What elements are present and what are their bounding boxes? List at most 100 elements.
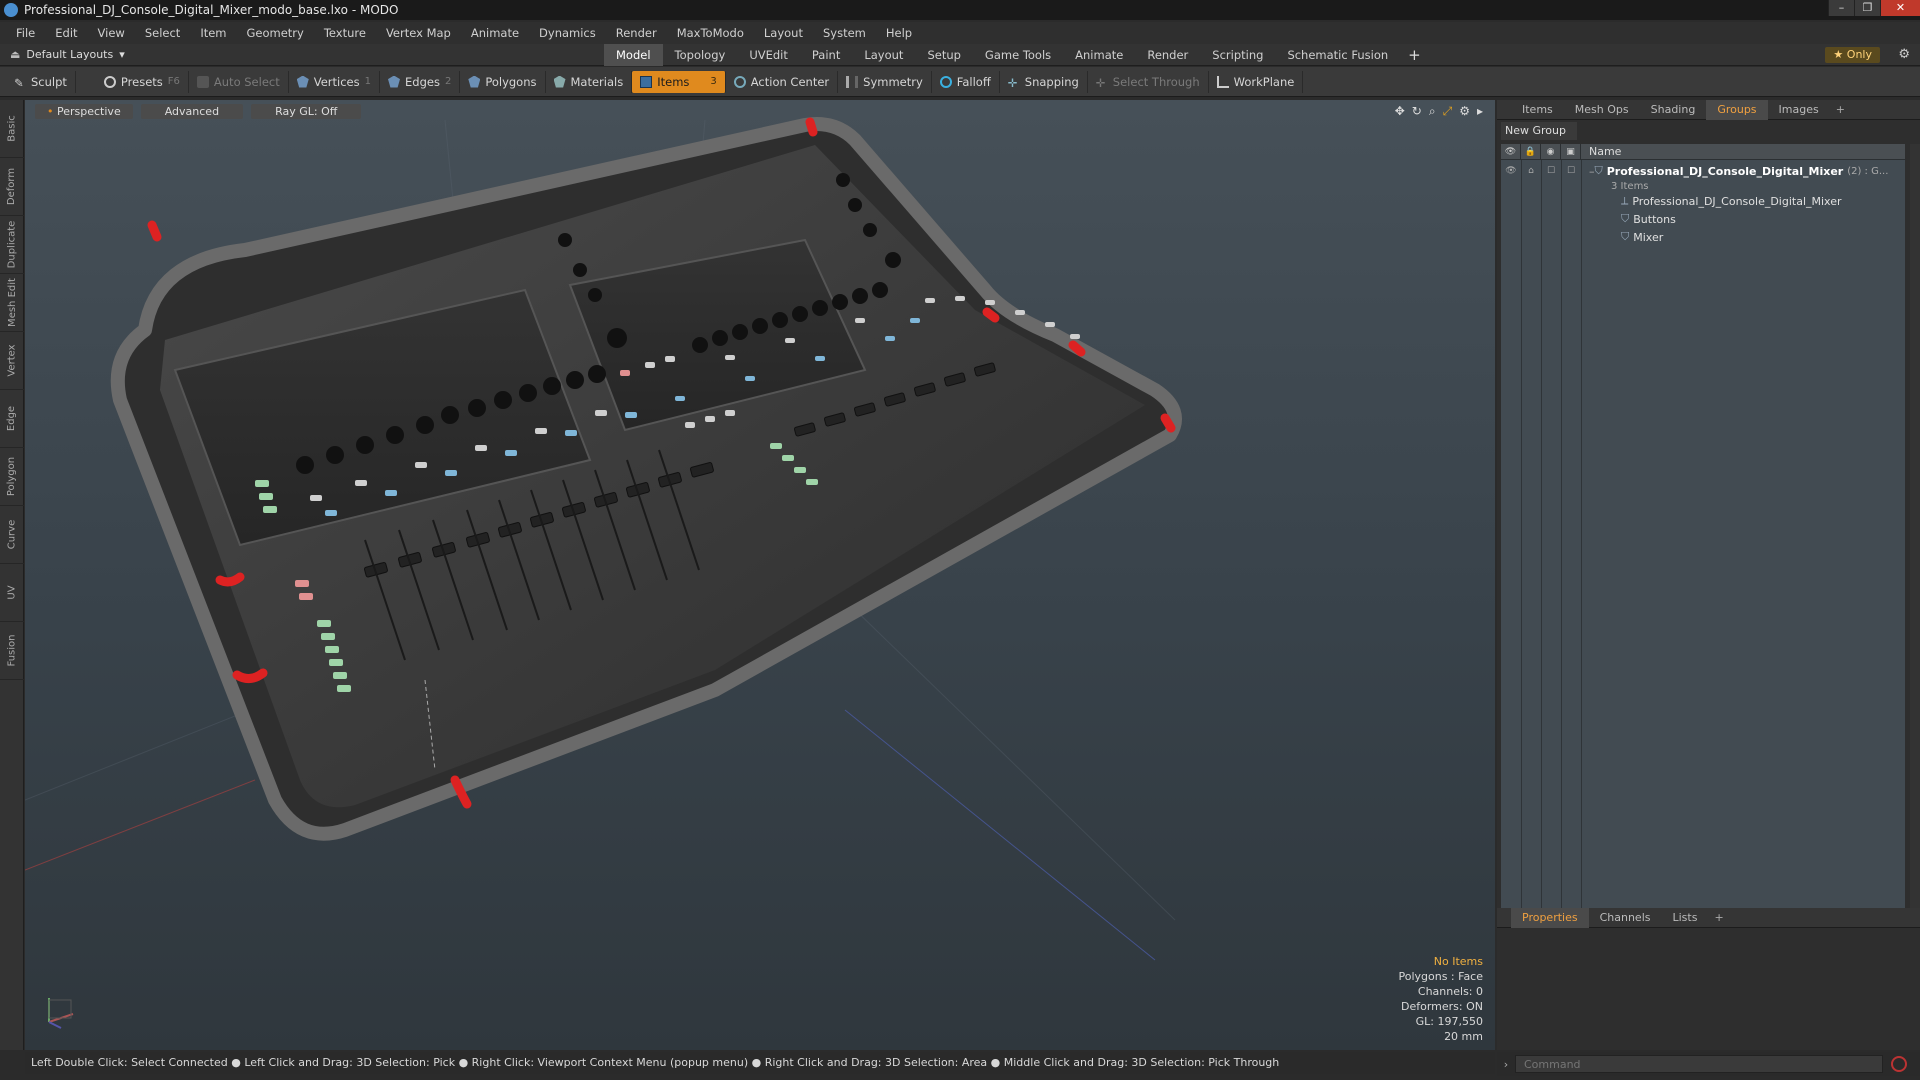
group-suffix: (2) : G... bbox=[1847, 165, 1889, 177]
tab-properties[interactable]: Properties bbox=[1511, 907, 1589, 928]
tool-tab-label: Basic bbox=[6, 115, 18, 142]
menu-render[interactable]: Render bbox=[606, 26, 667, 40]
tab-uvedit[interactable]: UVEdit bbox=[737, 44, 800, 66]
tab-channels[interactable]: Channels bbox=[1589, 908, 1662, 928]
tool-tab-duplicate[interactable]: Duplicate bbox=[0, 216, 24, 274]
menu-system[interactable]: System bbox=[813, 26, 876, 40]
menu-dynamics[interactable]: Dynamics bbox=[529, 26, 606, 40]
tab-animate[interactable]: Animate bbox=[1063, 44, 1135, 66]
tool-tab-deform[interactable]: Deform bbox=[0, 158, 24, 216]
raygl-toggle[interactable]: Ray GL: Off bbox=[251, 104, 362, 119]
menu-animate[interactable]: Animate bbox=[461, 26, 529, 40]
workplane-button[interactable]: WorkPlane bbox=[1209, 70, 1304, 93]
visibility-eye-icon[interactable]: 👁 bbox=[1501, 166, 1521, 176]
polygons-button[interactable]: Polygons bbox=[460, 70, 546, 93]
polygons-label: Polygons bbox=[485, 74, 537, 89]
render-icon[interactable]: ◉ bbox=[1541, 143, 1561, 160]
menu-help[interactable]: Help bbox=[876, 26, 922, 40]
close-button[interactable]: ✕ bbox=[1880, 0, 1920, 16]
action-center-button[interactable]: Action Center bbox=[726, 70, 839, 93]
tool-tab-polygon[interactable]: Polygon bbox=[0, 448, 24, 506]
tool-tab-uv[interactable]: UV bbox=[0, 564, 24, 622]
gear-icon[interactable]: ⚙ bbox=[1898, 47, 1910, 62]
layouts-dropdown[interactable]: ⏏ Default Layouts ▾ bbox=[10, 48, 125, 61]
lock-icon[interactable]: 🔒 bbox=[1521, 143, 1541, 160]
render-toggle-icon[interactable]: ☐ bbox=[1541, 166, 1561, 176]
name-column-header[interactable]: Name bbox=[1581, 145, 1621, 158]
sculpt-button[interactable]: ✎ Sculpt bbox=[6, 70, 76, 93]
auto-select-button[interactable]: Auto Select bbox=[189, 70, 289, 93]
perspective-dropdown[interactable]: • Perspective bbox=[35, 104, 133, 119]
add-panel-tab-button[interactable]: + bbox=[1830, 103, 1851, 116]
menu-maxtomodo[interactable]: MaxToModo bbox=[667, 26, 754, 40]
tab-items[interactable]: Items bbox=[1511, 100, 1564, 120]
tab-schematic-fusion[interactable]: Schematic Fusion bbox=[1275, 44, 1400, 66]
add-panel-tab-button[interactable]: + bbox=[1708, 911, 1729, 924]
collapse-icon[interactable]: – bbox=[1581, 165, 1595, 178]
rotate-icon[interactable]: ↻ bbox=[1412, 104, 1422, 119]
tab-game-tools[interactable]: Game Tools bbox=[973, 44, 1063, 66]
only-toggle[interactable]: ★ Only bbox=[1825, 47, 1880, 63]
tab-scripting[interactable]: Scripting bbox=[1200, 44, 1275, 66]
channels-info: Channels: 0 bbox=[1417, 985, 1483, 998]
tab-layout[interactable]: Layout bbox=[852, 44, 915, 66]
symmetry-button[interactable]: Symmetry bbox=[838, 70, 932, 93]
falloff-button[interactable]: Falloff bbox=[932, 70, 1000, 93]
tab-render[interactable]: Render bbox=[1135, 44, 1200, 66]
menu-texture[interactable]: Texture bbox=[314, 26, 376, 40]
menu-vertex-map[interactable]: Vertex Map bbox=[376, 26, 461, 40]
tool-tab-edge[interactable]: Edge bbox=[0, 390, 24, 448]
vertices-count: 1 bbox=[364, 76, 371, 87]
tool-tab-mesh-edit[interactable]: Mesh Edit bbox=[0, 274, 24, 332]
lock-toggle-icon[interactable]: ⌂ bbox=[1521, 166, 1541, 176]
tab-paint[interactable]: Paint bbox=[800, 44, 852, 66]
expand-arrow-icon[interactable]: ▸ bbox=[1477, 104, 1483, 119]
tab-groups[interactable]: Groups bbox=[1706, 99, 1768, 120]
3d-viewport[interactable]: • Perspective Advanced Ray GL: Off ✥ ↻ ⌕… bbox=[25, 100, 1495, 1050]
tool-tab-basic[interactable]: Basic bbox=[0, 100, 24, 158]
settings-icon[interactable]: ⚙ bbox=[1459, 104, 1470, 119]
menu-item[interactable]: Item bbox=[190, 26, 236, 40]
menu-view[interactable]: View bbox=[88, 26, 135, 40]
tab-lists[interactable]: Lists bbox=[1662, 908, 1709, 928]
shading-dropdown[interactable]: Advanced bbox=[140, 104, 244, 119]
tool-tab-fusion[interactable]: Fusion bbox=[0, 622, 24, 680]
groups-scrollbar[interactable] bbox=[1910, 144, 1920, 914]
items-button[interactable]: Items 3 bbox=[632, 70, 726, 93]
menu-geometry[interactable]: Geometry bbox=[237, 26, 314, 40]
workplane-label: WorkPlane bbox=[1233, 74, 1295, 89]
menu-layout[interactable]: Layout bbox=[754, 26, 813, 40]
tab-mesh-ops[interactable]: Mesh Ops bbox=[1564, 100, 1640, 120]
fit-icon[interactable]: ⤢ bbox=[1443, 104, 1453, 119]
snap-icon: ✛ bbox=[1007, 75, 1018, 90]
zoom-icon[interactable]: ⌕ bbox=[1429, 104, 1436, 119]
tool-tab-vertex[interactable]: Vertex bbox=[0, 332, 24, 390]
eye-icon[interactable]: 👁 bbox=[1501, 143, 1521, 160]
select-toggle-icon[interactable]: ☐ bbox=[1561, 166, 1581, 176]
tab-shading[interactable]: Shading bbox=[1640, 100, 1707, 120]
menu-file[interactable]: File bbox=[6, 26, 45, 40]
new-group-button[interactable]: New Group bbox=[1501, 122, 1577, 140]
menu-select[interactable]: Select bbox=[135, 26, 190, 40]
select-through-button[interactable]: ✛ Select Through bbox=[1088, 70, 1209, 93]
select-icon[interactable]: ▣ bbox=[1561, 143, 1581, 160]
tab-images[interactable]: Images bbox=[1768, 100, 1830, 120]
menu-edit[interactable]: Edit bbox=[45, 26, 87, 40]
tab-model[interactable]: Model bbox=[604, 44, 663, 66]
tool-tab-curve[interactable]: Curve bbox=[0, 506, 24, 564]
pan-icon[interactable]: ✥ bbox=[1395, 104, 1405, 119]
materials-button[interactable]: Materials bbox=[546, 70, 633, 93]
minimize-button[interactable]: – bbox=[1828, 0, 1854, 16]
record-icon[interactable] bbox=[1891, 1056, 1907, 1072]
tab-topology[interactable]: Topology bbox=[663, 44, 738, 66]
tab-setup[interactable]: Setup bbox=[915, 44, 972, 66]
snapping-button[interactable]: ✛ Snapping bbox=[1000, 70, 1088, 93]
groups-table: 👁 🔒 ◉ ▣ Name 👁 ⌂ ☐ ☐ – ⛉ Professional_DJ… bbox=[1501, 143, 1905, 914]
command-input[interactable] bbox=[1515, 1055, 1883, 1073]
presets-button[interactable]: Presets F6 bbox=[96, 70, 189, 93]
polygons-info: Polygons : Face bbox=[1398, 970, 1483, 983]
edges-button[interactable]: Edges 2 bbox=[380, 70, 461, 93]
maximize-button[interactable]: ❐ bbox=[1854, 0, 1880, 16]
add-tab-button[interactable]: + bbox=[1400, 44, 1429, 66]
vertices-button[interactable]: Vertices 1 bbox=[289, 70, 380, 93]
